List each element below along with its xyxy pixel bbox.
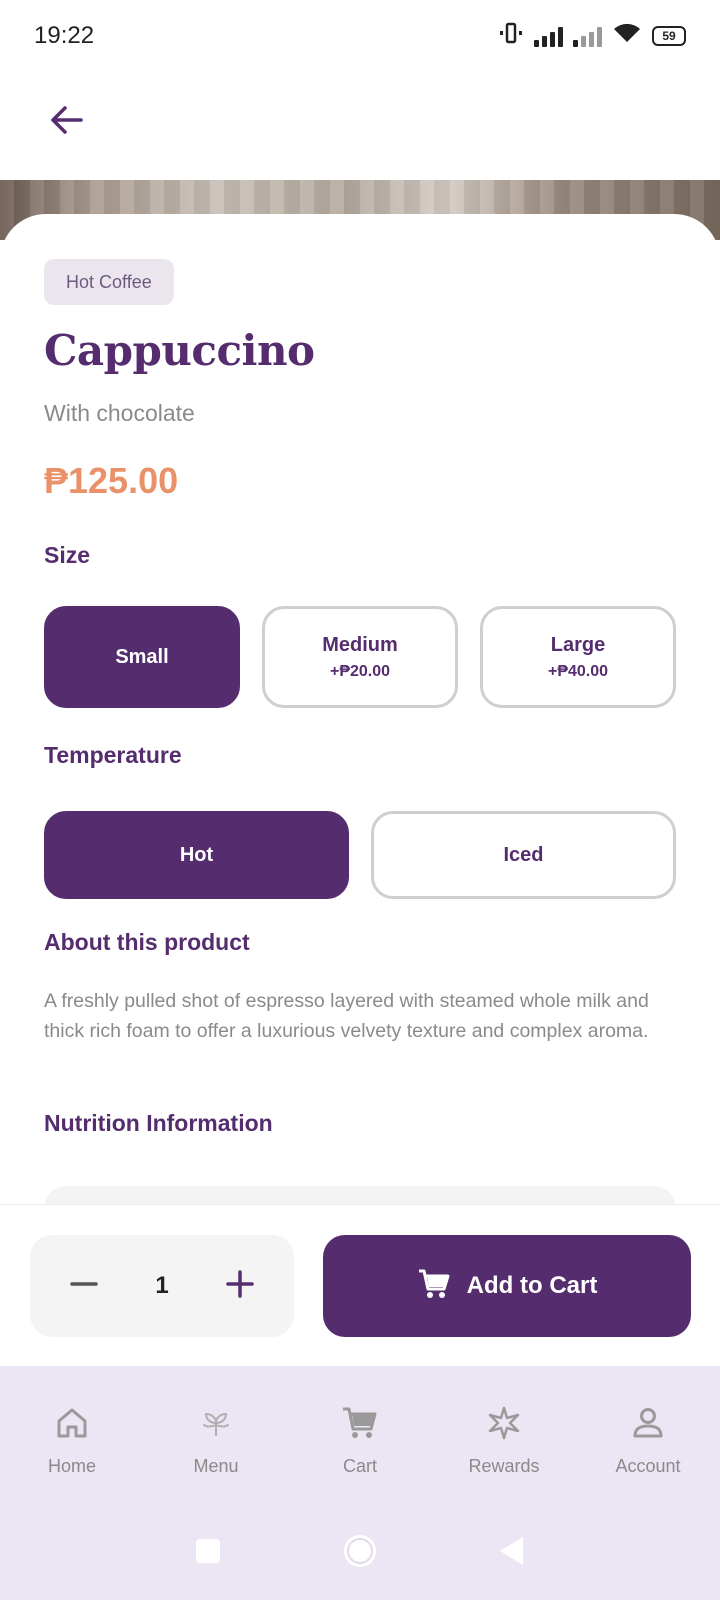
product-price: ₱125.00 [44, 460, 179, 501]
nav-label: Rewards [468, 1456, 540, 1476]
sparkle-icon [485, 1405, 523, 1446]
nav-item-home[interactable]: Home [0, 1366, 144, 1506]
cart-action-bar: 1 Add to Cart [0, 1204, 720, 1366]
home-icon [54, 1405, 90, 1446]
product-subtitle: With chocolate [44, 400, 195, 426]
nav-label: Home [47, 1456, 96, 1476]
add-to-cart-button[interactable]: Add to Cart [323, 1235, 691, 1337]
plus-icon [225, 1269, 255, 1304]
status-bar: 19:22 59 [0, 0, 720, 72]
about-text: A freshly pulled shot of espresso layere… [44, 990, 649, 1042]
status-time: 19:22 [34, 22, 95, 49]
wifi-icon [612, 22, 642, 51]
cart-icon [341, 1405, 379, 1446]
nav-label: Cart [342, 1456, 377, 1476]
add-to-cart-label: Add to Cart [466, 1272, 598, 1299]
size-option-price: +₱40.00 [547, 662, 609, 680]
nav-item-cart[interactable]: Cart [288, 1366, 432, 1506]
temperature-label: Temperature [44, 742, 182, 768]
quantity-stepper: 1 [30, 1235, 294, 1337]
product-detail-sheet: Hot Coffee Cappuccino With chocolate ₱12… [0, 214, 720, 1204]
decrease-quantity-button[interactable] [60, 1262, 108, 1310]
size-option-name: Large [550, 633, 606, 656]
back-system-button[interactable] [492, 1533, 532, 1573]
back-button[interactable] [38, 94, 94, 150]
top-app-bar [0, 72, 720, 180]
bottom-navigation: Home Menu Cart Rewards Account [0, 1366, 720, 1506]
nutrition-label: Nutrition Information [44, 1110, 273, 1136]
signal-icon [534, 25, 563, 47]
category-chip: Hot Coffee [44, 259, 174, 305]
nav-label: Account [615, 1456, 681, 1476]
person-icon [630, 1405, 666, 1446]
nav-label: Menu [193, 1456, 239, 1476]
temperature-option-name: Hot [179, 843, 214, 866]
vibrate-icon [498, 22, 524, 51]
size-option-name: Medium [322, 633, 398, 656]
nav-item-menu[interactable]: Menu [144, 1366, 288, 1506]
triangle-back-icon [497, 1535, 527, 1572]
nutrition-card[interactable] [44, 1186, 676, 1204]
circle-icon [340, 1531, 380, 1576]
size-label: Size [44, 542, 91, 568]
temperature-option-name: Iced [503, 843, 544, 866]
status-icons: 59 [498, 22, 686, 51]
home-system-button[interactable] [340, 1533, 380, 1573]
size-option-price: +₱20.00 [329, 662, 391, 680]
nav-item-account[interactable]: Account [576, 1366, 720, 1506]
square-icon [194, 1537, 222, 1570]
leaf-icon [198, 1405, 234, 1446]
cart-icon [417, 1268, 451, 1305]
increase-quantity-button[interactable] [216, 1262, 264, 1310]
size-option-small[interactable]: Small [44, 606, 240, 708]
nav-item-rewards[interactable]: Rewards [432, 1366, 576, 1506]
minus-icon [69, 1269, 99, 1304]
temperature-option-iced[interactable]: Iced [371, 811, 676, 899]
about-label: About this product [44, 929, 250, 955]
size-option-large[interactable]: Large +₱40.00 [480, 606, 676, 708]
size-option-name: Small [115, 645, 169, 668]
size-option-medium[interactable]: Medium +₱20.00 [262, 606, 458, 708]
product-name: Cappuccino [44, 326, 315, 375]
signal-weak-icon [573, 25, 602, 47]
temperature-option-hot[interactable]: Hot [44, 811, 349, 899]
system-navigation-bar [0, 1506, 720, 1600]
battery-icon: 59 [652, 26, 686, 46]
arrow-left-icon [49, 105, 83, 140]
battery-level: 59 [662, 29, 676, 43]
recents-button[interactable] [188, 1533, 228, 1573]
quantity-value: 1 [155, 1272, 169, 1299]
